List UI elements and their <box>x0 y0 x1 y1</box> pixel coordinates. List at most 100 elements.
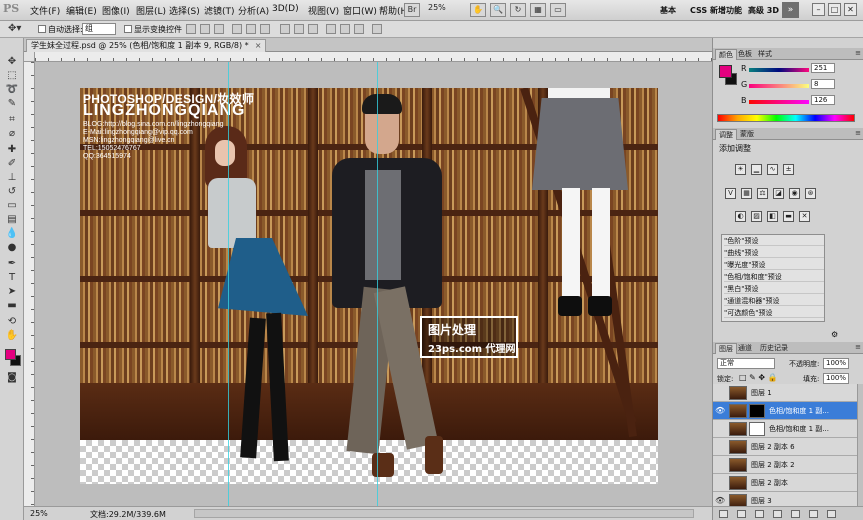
arrange-documents-icon[interactable]: ▦ <box>530 3 546 17</box>
layers-scrollbar[interactable] <box>857 384 863 506</box>
shape-tool-icon[interactable]: ▬ <box>5 300 19 312</box>
red-value[interactable]: 251 <box>811 63 835 73</box>
align-vcenter-icon[interactable] <box>200 24 210 34</box>
delete-layer-icon[interactable] <box>827 510 836 518</box>
align-right-icon[interactable] <box>260 24 270 34</box>
align-top-icon[interactable] <box>186 24 196 34</box>
status-document-size[interactable]: 文档:29.2M/339.6M <box>90 509 166 520</box>
tab-color[interactable]: 颜色 <box>715 49 737 60</box>
posterize-icon[interactable]: ▨ <box>751 211 762 222</box>
layer-thumbnail[interactable] <box>729 404 747 418</box>
hand-icon[interactable]: ✋ <box>470 3 486 17</box>
align-left-icon[interactable] <box>232 24 242 34</box>
bridge-icon[interactable]: Br <box>404 3 420 17</box>
path-select-tool-icon[interactable]: ➤ <box>5 286 19 298</box>
gradient-map-icon[interactable]: ▬ <box>783 211 794 222</box>
menu-view[interactable]: 视图(V) <box>308 4 339 17</box>
add-mask-icon[interactable] <box>755 510 764 518</box>
link-layers-icon[interactable] <box>719 510 728 518</box>
layer-mask-thumbnail[interactable] <box>749 422 765 436</box>
eraser-tool-icon[interactable]: ▭ <box>5 200 19 212</box>
horizontal-ruler[interactable] <box>35 52 712 62</box>
green-slider[interactable] <box>749 84 809 88</box>
color-balance-icon[interactable]: ⚖ <box>757 188 768 199</box>
blue-value[interactable]: 126 <box>811 95 835 105</box>
distribute-vcenter-icon[interactable] <box>294 24 304 34</box>
color-spectrum[interactable] <box>717 114 855 122</box>
panel-menu-icon[interactable]: ≡ <box>855 129 861 137</box>
status-zoom[interactable]: 25% <box>30 509 48 518</box>
move-tool-icon[interactable]: ✥▾ <box>8 23 21 34</box>
menu-analysis[interactable]: 分析(A) <box>238 4 269 17</box>
layer-row[interactable]: 👁 色相/饱和度 1 副... <box>713 402 857 420</box>
layer-mask-thumbnail[interactable] <box>749 404 765 418</box>
layer-thumbnail[interactable] <box>729 458 747 472</box>
lock-icons[interactable]: □ ✎ ✥ 🔒 <box>739 373 778 382</box>
preset-selective-color[interactable]: "可选颜色"预设 <box>724 308 824 318</box>
tab-styles[interactable]: 样式 <box>755 49 775 60</box>
hand-tool-icon[interactable]: ✋ <box>5 330 19 342</box>
crop-tool-icon[interactable]: ⌗ <box>5 114 19 126</box>
new-adjustment-layer-icon[interactable] <box>773 510 782 518</box>
distribute-top-icon[interactable] <box>280 24 290 34</box>
history-brush-tool-icon[interactable]: ↺ <box>5 186 19 198</box>
align-hcenter-icon[interactable] <box>246 24 256 34</box>
layer-thumbnail[interactable] <box>729 494 747 506</box>
photo-filter-icon[interactable]: ◉ <box>789 188 800 199</box>
type-tool-icon[interactable]: T <box>5 272 19 284</box>
close-document-icon[interactable]: × <box>255 41 262 50</box>
canvas-area[interactable]: PHOTOSHOP/DESIGN/妆效师 LINGZHONGQIANG BLOG… <box>35 62 712 506</box>
curves-icon[interactable]: ∿ <box>767 164 778 175</box>
quick-mask-icon[interactable]: ◙ <box>5 372 19 384</box>
menu-3d[interactable]: 3D(D) <box>272 4 299 14</box>
preset-channel-mixer[interactable]: "通道混和器"预设 <box>724 296 824 306</box>
distribute-bottom-icon[interactable] <box>308 24 318 34</box>
eye-icon[interactable] <box>715 460 725 470</box>
preset-curves[interactable]: "曲线"预设 <box>724 248 824 258</box>
menu-file[interactable]: 文件(F) <box>30 4 60 17</box>
eye-icon[interactable]: 👁 <box>715 496 725 506</box>
levels-icon[interactable]: ▁ <box>751 164 762 175</box>
close-button[interactable]: ✕ <box>844 3 857 16</box>
panel-menu-icon[interactable]: ≡ <box>855 343 861 351</box>
menu-image[interactable]: 图像(I) <box>102 4 130 17</box>
layer-row[interactable]: 色相/饱和度 1 副... <box>713 420 857 438</box>
selective-color-icon[interactable]: ✕ <box>799 211 810 222</box>
preset-black-white[interactable]: "黑白"预设 <box>724 284 824 294</box>
lasso-tool-icon[interactable]: ➰ <box>5 84 19 96</box>
tab-adjustments[interactable]: 调整 <box>715 129 737 140</box>
blue-slider[interactable] <box>749 100 809 104</box>
layer-row[interactable]: 图层 1 <box>713 384 857 402</box>
new-layer-icon[interactable] <box>809 510 818 518</box>
eye-icon[interactable] <box>715 442 725 452</box>
guide-line[interactable] <box>377 62 378 506</box>
menu-select[interactable]: 选择(S) <box>169 4 200 17</box>
green-value[interactable]: 8 <box>811 79 835 89</box>
new-group-icon[interactable] <box>791 510 800 518</box>
exposure-icon[interactable]: ± <box>783 164 794 175</box>
black-white-icon[interactable]: ◪ <box>773 188 784 199</box>
document-canvas[interactable]: PHOTOSHOP/DESIGN/妆效师 LINGZHONGQIANG BLOG… <box>80 88 658 484</box>
more-workspaces-button[interactable]: » <box>782 2 799 18</box>
document-tab[interactable]: 学生妹全过程.psd @ 25% (色相/饱和度 1 副本 9, RGB/8) … <box>26 39 267 52</box>
eye-icon[interactable] <box>715 424 725 434</box>
guide-line[interactable] <box>228 62 229 506</box>
show-transform-checkbox[interactable] <box>124 25 132 33</box>
red-slider[interactable] <box>749 68 809 72</box>
eyedropper-tool-icon[interactable]: ⌀ <box>5 128 19 140</box>
layer-thumbnail[interactable] <box>729 476 747 490</box>
preset-levels[interactable]: "色阶"预设 <box>724 236 824 246</box>
layer-row[interactable]: 图层 2 副本 <box>713 474 857 492</box>
gradient-tool-icon[interactable]: ▤ <box>5 214 19 226</box>
horizontal-scrollbar[interactable] <box>194 509 694 518</box>
minimize-button[interactable]: – <box>812 3 825 16</box>
tab-masks[interactable]: 蒙版 <box>737 129 757 140</box>
distribute-right-icon[interactable] <box>354 24 364 34</box>
pen-tool-icon[interactable]: ✒ <box>5 258 19 270</box>
dodge-tool-icon[interactable]: ● <box>5 242 19 254</box>
maximize-button[interactable]: □ <box>828 3 841 16</box>
clone-stamp-tool-icon[interactable]: ⊥ <box>5 172 19 184</box>
ruler-origin[interactable] <box>24 52 35 62</box>
layer-row[interactable]: 图层 2 副本 2 <box>713 456 857 474</box>
distribute-hcenter-icon[interactable] <box>340 24 350 34</box>
